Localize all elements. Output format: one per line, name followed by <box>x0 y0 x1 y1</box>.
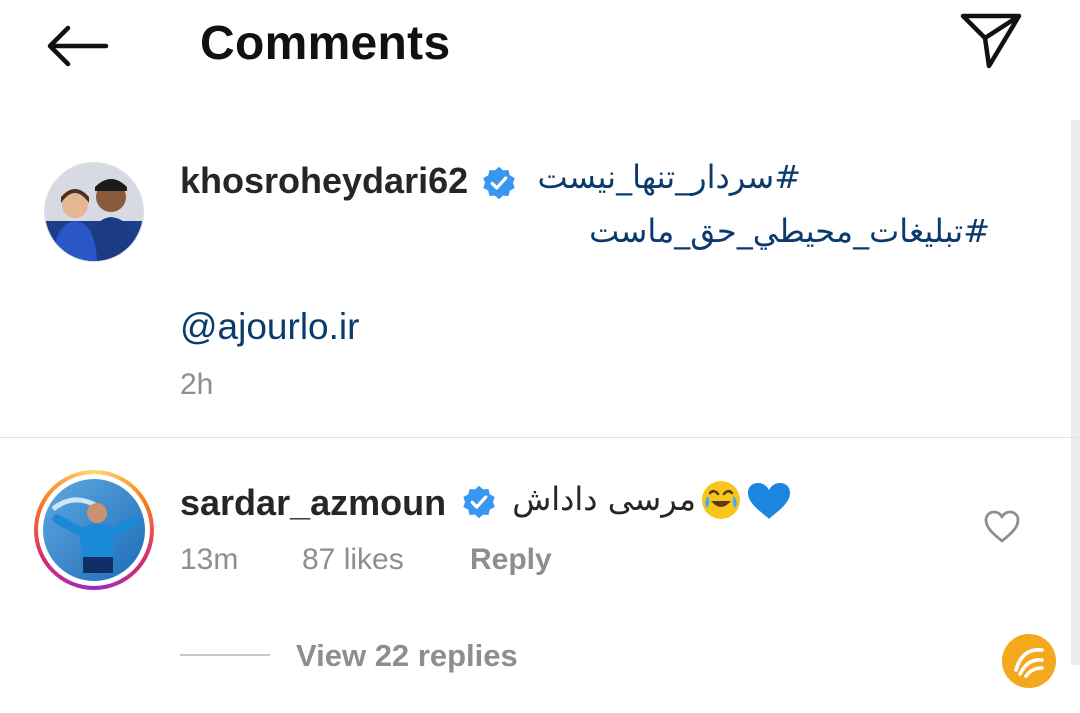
caption-hashtag-2[interactable]: #تبلیغات_محیطي_حق_ماست <box>589 212 990 250</box>
like-button[interactable] <box>984 510 1020 544</box>
comment-text: مرسی داداش <box>512 480 696 518</box>
laughing-emoji-icon <box>702 481 740 519</box>
story-ring[interactable] <box>34 470 154 590</box>
avatar-photo <box>43 479 145 581</box>
share-button[interactable] <box>958 12 1024 70</box>
paper-plane-icon <box>960 13 1022 69</box>
comment-likes-link[interactable]: 87 likes <box>302 543 404 577</box>
caption-avatar[interactable] <box>44 162 144 262</box>
verified-badge-icon <box>483 166 515 200</box>
page-title: Comments <box>200 17 451 70</box>
scrollbar[interactable] <box>1071 120 1080 665</box>
caption-timestamp: 2h <box>180 368 214 401</box>
reply-button[interactable]: Reply <box>470 543 552 577</box>
verified-badge-icon <box>463 485 495 519</box>
header-bar: Comments <box>0 0 1080 90</box>
divider <box>0 437 1080 438</box>
view-replies-button[interactable]: View 22 replies <box>296 638 518 674</box>
blue-heart-icon <box>748 483 790 519</box>
comment-timestamp: 13m <box>180 543 239 576</box>
heart-outline-icon <box>984 510 1020 543</box>
comment-avatar[interactable] <box>43 479 145 581</box>
arrow-left-icon <box>47 25 109 67</box>
watermark-logo <box>1002 634 1056 688</box>
replies-connector <box>180 654 270 656</box>
back-button[interactable] <box>44 22 110 70</box>
caption-username[interactable]: khosroheydari62 <box>180 160 468 202</box>
caption-mention[interactable]: @ajourlo.ir <box>180 306 359 348</box>
avatar-photo <box>45 163 143 261</box>
caption-hashtag-1[interactable]: #سردار_تنها_نیست <box>538 158 801 196</box>
watermark-logo-icon <box>1014 648 1044 678</box>
comment-username[interactable]: sardar_azmoun <box>180 482 446 524</box>
